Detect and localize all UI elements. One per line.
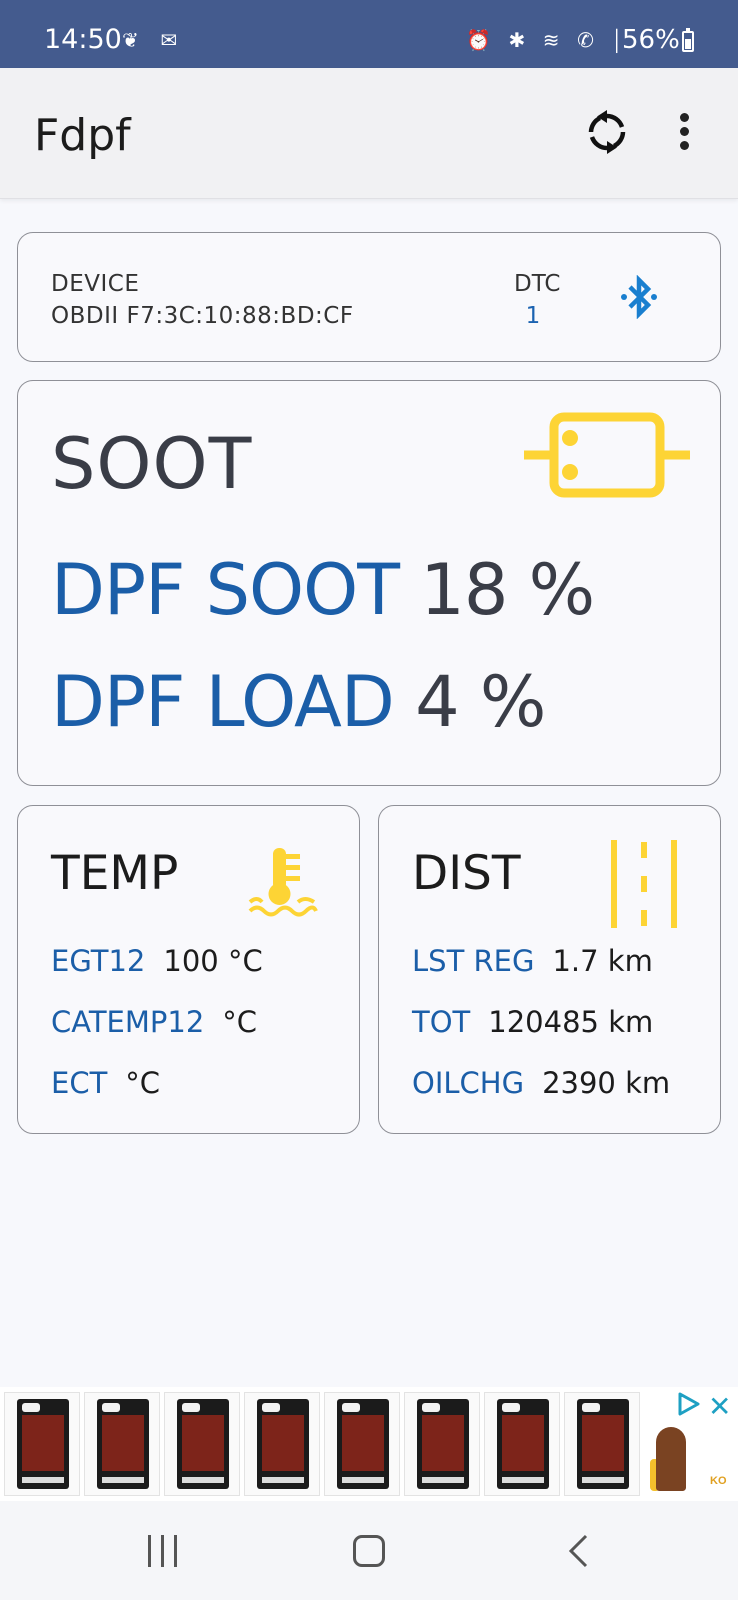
dpf-load-label: DPF LOAD xyxy=(51,661,395,743)
more-options-button[interactable] xyxy=(675,113,693,155)
egt12-value: 100 °C xyxy=(163,944,263,978)
dpf-load-value: 4 % xyxy=(415,661,546,743)
more-vert-icon xyxy=(679,113,689,122)
recent-apps-icon xyxy=(148,1535,151,1567)
back-button[interactable] xyxy=(562,1533,598,1569)
ect-label: ECT xyxy=(51,1066,108,1100)
ad-product-image[interactable] xyxy=(484,1392,560,1496)
ad-brand-text: KO xyxy=(710,1475,727,1487)
dpf-filter-icon xyxy=(524,412,690,498)
battery-percent: 56% xyxy=(622,25,680,55)
road-distance-icon xyxy=(611,840,677,928)
dist-title: DIST xyxy=(412,846,521,901)
dpf-soot-value: 18 % xyxy=(420,549,595,631)
ad-banner[interactable]: ✕ KO xyxy=(0,1387,738,1501)
oil-change-row: OILCHG 2390 km xyxy=(412,1066,670,1100)
app-title: Fdpf xyxy=(34,110,131,161)
device-address: OBDII F7:3C:10:88:BD:CF xyxy=(51,303,354,329)
coolant-temperature-icon xyxy=(248,848,318,917)
bluetooth-button[interactable] xyxy=(618,274,660,320)
soot-card: SOOT DPF SOOT 18 % DPF LOAD 4 % xyxy=(17,380,721,786)
dpf-soot-row: DPF SOOT 18 % xyxy=(51,549,595,631)
last-regen-row: LST REG 1.7 km xyxy=(412,944,653,978)
dtc-label: DTC xyxy=(514,271,561,297)
temp-card: TEMP EGT12 100 °C CATEMP12 °C ECT °C xyxy=(17,805,360,1134)
oil-change-label: OILCHG xyxy=(412,1066,525,1100)
ad-product-image[interactable] xyxy=(4,1392,80,1496)
ect-value: °C xyxy=(125,1066,161,1100)
catemp12-label: CATEMP12 xyxy=(51,1005,205,1039)
dpf-soot-label: DPF SOOT xyxy=(51,549,400,631)
ad-product-image[interactable] xyxy=(404,1392,480,1496)
ad-choices-icon[interactable] xyxy=(676,1391,702,1417)
last-regen-value: 1.7 km xyxy=(552,944,653,978)
device-card: DEVICE OBDII F7:3C:10:88:BD:CF DTC 1 xyxy=(17,232,721,362)
dist-card: DIST LST REG 1.7 km TOT 120485 km OILCHG 23… xyxy=(378,805,721,1134)
soot-title: SOOT xyxy=(51,423,253,505)
ad-product-image[interactable] xyxy=(564,1392,640,1496)
app-bar: Fdpf xyxy=(0,68,738,199)
ad-product-image[interactable] xyxy=(84,1392,160,1496)
notification-icons: ❦ ✉ xyxy=(122,30,186,52)
oil-change-value: 2390 km xyxy=(542,1066,671,1100)
home-button[interactable] xyxy=(353,1535,385,1567)
battery-fill xyxy=(685,39,691,49)
status-bar: 14:50 ❦ ✉ ⏰ ✱ ≋ ✆ │ 56% xyxy=(0,0,738,68)
egt12-row: EGT12 100 °C xyxy=(51,944,263,978)
sync-icon xyxy=(588,110,626,154)
temp-title: TEMP xyxy=(51,846,179,901)
system-nav-bar xyxy=(0,1501,738,1600)
ad-product-image[interactable] xyxy=(244,1392,320,1496)
dpf-load-row: DPF LOAD 4 % xyxy=(51,661,546,743)
ect-row: ECT °C xyxy=(51,1066,160,1100)
dtc-count[interactable]: 1 xyxy=(518,303,548,329)
sync-button[interactable] xyxy=(583,108,631,156)
total-distance-row: TOT 120485 km xyxy=(412,1005,653,1039)
ad-figure xyxy=(656,1427,686,1491)
bluetooth-icon xyxy=(621,274,657,320)
ad-product-image[interactable] xyxy=(164,1392,240,1496)
recent-apps-button[interactable] xyxy=(148,1535,180,1567)
last-regen-label: LST REG xyxy=(412,944,535,978)
device-label: DEVICE xyxy=(51,271,140,297)
egt12-label: EGT12 xyxy=(51,944,146,978)
system-status-icons: ⏰ ✱ ≋ ✆ │ xyxy=(466,30,630,52)
total-distance-value: 120485 km xyxy=(488,1005,654,1039)
catemp12-row: CATEMP12 °C xyxy=(51,1005,257,1039)
ad-close-icon[interactable]: ✕ xyxy=(708,1393,731,1421)
battery-icon xyxy=(682,28,694,52)
status-time: 14:50 xyxy=(44,24,122,55)
catemp12-value: °C xyxy=(222,1005,258,1039)
ad-product-image[interactable] xyxy=(324,1392,400,1496)
total-distance-label: TOT xyxy=(412,1005,471,1039)
